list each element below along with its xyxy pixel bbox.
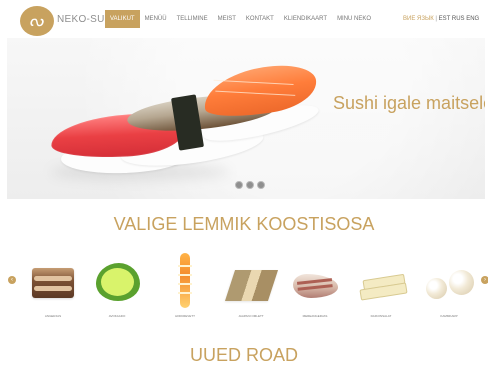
nav-item-menuu[interactable]: MENÜÜ — [140, 10, 172, 28]
ingredient-card-sea-eel[interactable]: MEREANGERJAS — [285, 252, 345, 322]
ingredient-card-radish[interactable]: DAIKONSALAT — [351, 252, 411, 322]
ingredient-card-eel[interactable]: ANGERJAS — [23, 252, 83, 322]
scallop-icon — [426, 270, 476, 302]
ingredient-card-shrimp[interactable]: HIIDKREVETT — [155, 252, 215, 322]
ingredient-card-avocado[interactable]: AVOKAADO — [87, 252, 147, 322]
carousel-right-arrow[interactable]: › — [481, 276, 488, 284]
hero-tagline: Sushi igale maitsele — [333, 93, 485, 113]
brand-logo[interactable]: ᔓ — [20, 6, 54, 36]
carousel-dot-1[interactable] — [235, 181, 243, 189]
avocado-icon — [96, 263, 140, 301]
nav-item-kliendikaart[interactable]: KLIENDIKAART — [279, 10, 332, 28]
ingredient-label: MEREANGERJAS — [302, 314, 328, 318]
brand-name[interactable]: NEKO-SUS — [57, 14, 112, 25]
ingredient-label: HIIDKREVETT — [175, 314, 195, 318]
language-separator: | — [435, 16, 437, 22]
logo-icon: ᔓ — [29, 11, 44, 30]
ingredient-card-scallop[interactable]: KAMMKARP — [419, 252, 479, 322]
ingredient-label: KAMMKARP — [440, 314, 458, 318]
language-option[interactable]: ВИЕ ЯЗЫК — [403, 16, 434, 22]
top-navigation: ᔓ NEKO-SUS VALIKUT MENÜÜ TELLIMINE MEIST… — [0, 0, 488, 38]
omelet-icon — [224, 270, 279, 301]
carousel-pagination — [235, 181, 265, 189]
ingredient-label: JAAPANI OMLETT — [238, 314, 264, 318]
sea-eel-icon — [293, 274, 338, 298]
eel-icon — [32, 268, 74, 298]
carousel-dot-3[interactable] — [257, 181, 265, 189]
ingredient-label: DAIKONSALAT — [370, 314, 392, 318]
new-rolls-section-title: UUED ROAD — [189, 345, 298, 365]
language-current[interactable]: EST RUS ENG — [439, 16, 480, 22]
nav-item-meist[interactable]: MEIST — [213, 10, 241, 28]
nav-item-tellimine[interactable]: TELLIMINE — [172, 10, 213, 28]
hero-banner: Sushi igale maitsele — [7, 38, 485, 199]
ingredient-card-omelet[interactable]: JAAPANI OMLETT — [221, 252, 281, 322]
carousel-dot-2[interactable] — [246, 181, 254, 189]
nav-item-kontakt[interactable]: KONTAKT — [241, 10, 279, 28]
nav-item-minu-neko[interactable]: MINU NEKO — [332, 10, 376, 28]
radish-icon — [358, 275, 407, 300]
language-switcher: ВИЕ ЯЗЫК | EST RUS ENG — [403, 16, 479, 22]
ingredient-label: AVOKAADO — [108, 314, 126, 318]
shrimp-icon — [178, 253, 192, 308]
favorites-section-title: VALIGE LEMMIK KOOSTISOSA — [113, 214, 375, 234]
carousel-left-arrow[interactable]: ‹ — [8, 276, 16, 284]
ingredient-label: ANGERJAS — [44, 314, 62, 318]
main-nav: VALIKUT MENÜÜ TELLIMINE MEIST KONTAKT KL… — [105, 10, 376, 28]
nav-item-valikut[interactable]: VALIKUT — [105, 10, 140, 28]
